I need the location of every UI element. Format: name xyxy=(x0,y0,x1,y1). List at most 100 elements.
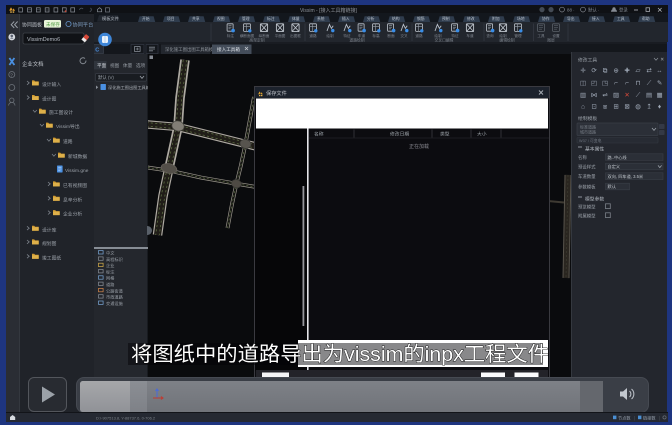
svg-text:车道: 车道 xyxy=(358,33,366,38)
svg-text:新城数据: 新城数据 xyxy=(68,153,87,160)
svg-text:平面图: 平面图 xyxy=(275,33,286,38)
svg-text:特征: 特征 xyxy=(451,33,459,38)
svg-text:系统: 系统 xyxy=(317,16,325,21)
svg-text:设置: 设置 xyxy=(552,33,560,38)
svg-text:管理: 管理 xyxy=(242,16,250,21)
svg-text:设计库: 设计库 xyxy=(42,226,57,233)
svg-text:C: C xyxy=(95,47,99,53)
svg-text:中文: 中文 xyxy=(106,250,115,257)
svg-text:设计图: 设计图 xyxy=(42,95,57,102)
svg-text:⟋: ⟋ xyxy=(647,80,652,87)
svg-text:|: | xyxy=(634,416,635,421)
svg-text:类型: 类型 xyxy=(440,131,450,138)
svg-text:结构: 结构 xyxy=(392,16,400,21)
svg-text:查询: 查询 xyxy=(486,33,494,38)
svg-text:视图: 视图 xyxy=(110,62,120,69)
svg-text:◍: ◍ xyxy=(635,104,641,111)
svg-text:场地: 场地 xyxy=(517,16,525,21)
svg-text:⧈: ⧈ xyxy=(603,104,607,111)
svg-text:保存文件: 保存文件 xyxy=(266,89,287,97)
svg-text:参数模板: 参数模板 xyxy=(578,184,596,191)
svg-text:⌂: ⌂ xyxy=(581,104,585,111)
svg-text:城市道路: 城市道路 xyxy=(580,129,596,135)
svg-text:Vissim.gne: Vissim.gne xyxy=(65,168,89,174)
svg-text:绘制: 绘制 xyxy=(326,33,334,38)
svg-text:横断面图: 横断面图 xyxy=(240,33,255,38)
svg-text:▨: ▨ xyxy=(613,92,619,99)
svg-text:接入工具箱: 接入工具箱 xyxy=(217,46,240,53)
svg-text:标注: 标注 xyxy=(106,268,115,275)
svg-text:道路: 道路 xyxy=(63,138,73,145)
svg-text:?: ? xyxy=(10,72,13,77)
svg-text:帮助: 帮助 xyxy=(642,16,650,21)
svg-text:模型参数: 模型参数 xyxy=(585,196,604,203)
svg-text:✚: ✚ xyxy=(624,68,629,75)
svg-text:企业: 企业 xyxy=(106,262,114,268)
svg-text:标注: 标注 xyxy=(227,33,235,38)
svg-text:⇌: ⇌ xyxy=(602,92,607,99)
svg-text:绘制模板: 绘制模板 xyxy=(578,115,597,122)
svg-text:分析: 分析 xyxy=(367,16,375,21)
svg-text:纵断面: 纵断面 xyxy=(259,33,270,38)
svg-text:⊡: ⊡ xyxy=(591,104,596,111)
svg-text:道路: 道路 xyxy=(415,33,423,38)
svg-text:息辛分析: 息辛分析 xyxy=(63,196,82,203)
svg-text:交叉: 交叉 xyxy=(400,33,408,38)
svg-text:特征: 特征 xyxy=(343,33,351,38)
svg-text:管理: 管理 xyxy=(514,33,522,38)
svg-text:登录: 登录 xyxy=(619,6,628,12)
svg-text:◰: ◰ xyxy=(591,80,597,87)
svg-text:⊕: ⊕ xyxy=(613,68,618,75)
svg-text:设计输入: 设计输入 xyxy=(42,81,61,88)
svg-text:附属模型: 附属模型 xyxy=(578,213,596,220)
svg-text:协同面板: 协同面板 xyxy=(22,21,42,28)
svg-text:协作: 协作 xyxy=(542,16,550,21)
svg-text:▥: ▥ xyxy=(580,92,586,99)
svg-text:⌐: ⌐ xyxy=(625,80,629,87)
svg-text:▱: ▱ xyxy=(636,68,641,75)
svg-text:⊓: ⊓ xyxy=(636,80,641,87)
svg-text:体量: 体量 xyxy=(123,62,133,69)
svg-text:名称: 名称 xyxy=(578,154,587,161)
svg-text:|: | xyxy=(659,416,660,421)
svg-text:♦: ♦ xyxy=(658,104,662,111)
svg-text:绘制: 绘制 xyxy=(434,33,442,38)
svg-text:▦: ▦ xyxy=(656,92,662,99)
svg-text:预览模型: 预览模型 xyxy=(578,204,596,211)
svg-text:默认: 默认 xyxy=(608,183,617,190)
svg-text:✎: ✎ xyxy=(657,80,662,87)
svg-text:体量: 体量 xyxy=(292,16,300,21)
svg-text:高程标识: 高程标识 xyxy=(106,256,123,263)
svg-text:预设样式: 预设样式 xyxy=(578,164,596,171)
svg-text:修改日期: 修改日期 xyxy=(390,131,409,138)
svg-text:W37 / 可变电: W37 / 可变电 xyxy=(579,138,602,143)
svg-text:选项: 选项 xyxy=(136,62,146,69)
svg-text:✕: ✕ xyxy=(624,92,629,99)
svg-text:工具: 工具 xyxy=(617,16,625,21)
svg-text:已有视频图: 已有视频图 xyxy=(63,182,87,189)
svg-text:导出: 导出 xyxy=(567,16,575,21)
svg-text:钢筋: 钢筋 xyxy=(417,16,425,21)
svg-text:◳: ◳ xyxy=(602,80,608,87)
svg-text:↔: ↔ xyxy=(656,68,662,75)
svg-text:绘制: 绘制 xyxy=(499,33,507,38)
svg-text:附加: 附加 xyxy=(492,16,500,21)
svg-text:⇄: ⇄ xyxy=(646,68,651,75)
svg-text:断面: 断面 xyxy=(387,33,395,38)
svg-text:⋈: ⋈ xyxy=(591,92,597,99)
svg-text:交通设施: 交通设施 xyxy=(106,300,124,307)
svg-text:✛: ✛ xyxy=(580,68,585,75)
svg-text:大小: 大小 xyxy=(477,131,487,138)
svg-text:D:\-907513.8, Y-88737.6, 0-706: D:\-907513.8, Y-88737.6, 0-706.2 xyxy=(96,416,156,421)
svg-text:开始: 开始 xyxy=(142,16,150,21)
svg-text:协同平台: 协同平台 xyxy=(73,20,94,28)
svg-text:共享: 共享 xyxy=(192,16,200,21)
svg-text:未保存: 未保存 xyxy=(46,20,60,27)
svg-text:出图框: 出图框 xyxy=(290,33,301,38)
svg-text:企业分析: 企业分析 xyxy=(63,210,82,217)
svg-text:深化施工图出图工具箱模板: 深化施工图出图工具箱模板 xyxy=(165,46,218,53)
svg-text:自定义: 自定义 xyxy=(608,163,621,170)
svg-text:▤: ▤ xyxy=(646,92,652,99)
svg-text:模板文件: 模板文件 xyxy=(102,15,119,22)
svg-text:接入: 接入 xyxy=(592,16,600,21)
